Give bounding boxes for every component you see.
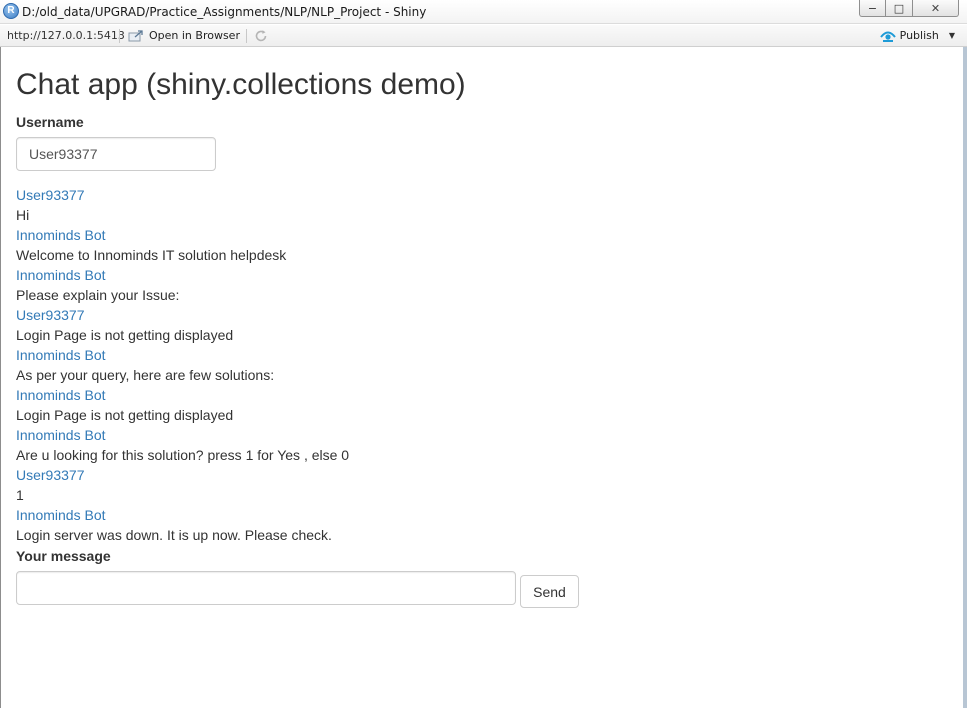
message-author: Innominds Bot [16, 227, 106, 243]
message-label: Your message [16, 548, 111, 564]
url-address: http://127.0.0.1:5413 [7, 29, 125, 42]
message-author: Innominds Bot [16, 347, 106, 363]
message-text: Hi [16, 207, 30, 223]
publish-icon [879, 31, 896, 42]
chat-messages: User93377 Hi Innominds Bot Welcome to Innom… [16, 185, 916, 545]
message-text: As per your query, here are few solution… [16, 367, 275, 383]
chat-message: User93377 1 [16, 465, 916, 505]
chat-message: Innominds Bot As per your query, here are… [16, 345, 916, 385]
window-border-right [963, 47, 967, 708]
open-in-browser-button[interactable]: Open in Browser [128, 28, 240, 43]
message-author: User93377 [16, 307, 85, 323]
chat-message: Innominds Bot Welcome to Innominds IT sol… [16, 225, 916, 265]
chat-message: Innominds Bot Are u looking for this solu… [16, 425, 916, 465]
window-controls: − □ ✕ [859, 0, 959, 17]
toolbar-divider [119, 29, 120, 43]
message-text: Login Page is not getting displayed [16, 327, 234, 343]
publish-button[interactable]: Publish ▼ [879, 28, 955, 43]
message-text: Login server was down. It is up now. Ple… [16, 527, 332, 543]
message-author: User93377 [16, 467, 85, 483]
chat-message: Innominds Bot Login server was down. It i… [16, 505, 916, 545]
message-text: Please explain your Issue: [16, 287, 180, 303]
message-author: Innominds Bot [16, 387, 106, 403]
publish-label: Publish [899, 29, 939, 42]
viewer-toolbar: http://127.0.0.1:5413 Open in Browser Pu… [0, 25, 967, 47]
username-label: Username [16, 114, 84, 130]
message-text: Welcome to Innominds IT solution helpdes… [16, 247, 287, 263]
open-in-browser-icon [128, 29, 143, 41]
maximize-button[interactable]: □ [886, 0, 913, 17]
send-button[interactable]: Send [520, 575, 579, 608]
chat-message: User93377 Login Page is not getting displ… [16, 305, 916, 345]
message-text: Login Page is not getting displayed [16, 407, 234, 423]
username-input[interactable] [16, 137, 216, 171]
r-app-icon: R [3, 3, 19, 19]
close-button[interactable]: ✕ [913, 0, 959, 17]
window-titlebar: R D:/old_data/UPGRAD/Practice_Assignment… [0, 0, 967, 24]
message-text: 1 [16, 487, 24, 503]
message-author: User93377 [16, 187, 85, 203]
refresh-icon[interactable] [254, 29, 268, 43]
minimize-button[interactable]: − [859, 0, 886, 17]
message-author: Innominds Bot [16, 507, 106, 523]
window-border-left [0, 47, 1, 708]
open-in-browser-label: Open in Browser [149, 29, 240, 42]
chevron-down-icon[interactable]: ▼ [949, 28, 955, 43]
toolbar-divider [246, 29, 247, 43]
window-title: D:/old_data/UPGRAD/Practice_Assignments/… [22, 5, 427, 19]
message-text: Are u looking for this solution? press 1… [16, 447, 350, 463]
message-input[interactable] [16, 571, 516, 605]
page-title: Chat app (shiny.collections demo) [16, 68, 466, 101]
message-author: Innominds Bot [16, 427, 106, 443]
message-author: Innominds Bot [16, 267, 106, 283]
chat-message: Innominds Bot Please explain your Issue: [16, 265, 916, 305]
chat-message: User93377 Hi [16, 185, 916, 225]
chat-message: Innominds Bot Login Page is not getting d… [16, 385, 916, 425]
